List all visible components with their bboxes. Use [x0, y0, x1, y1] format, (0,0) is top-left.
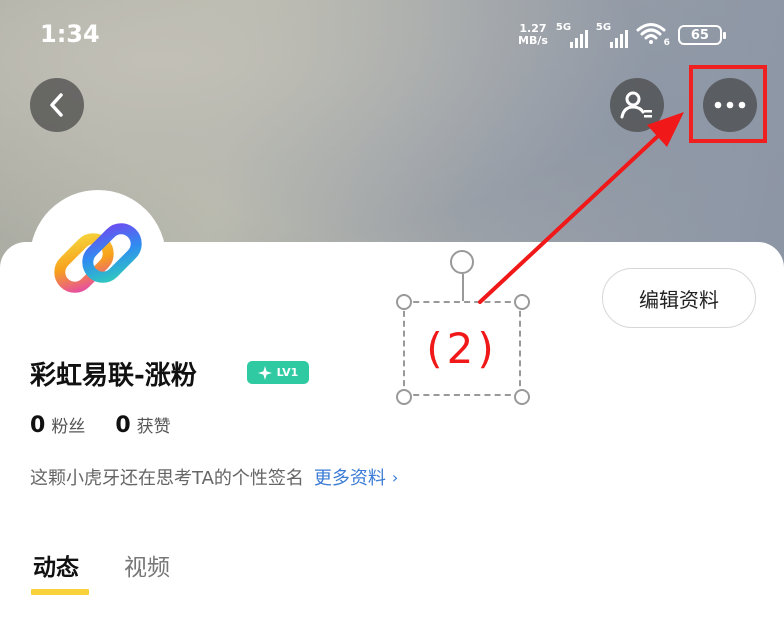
annotation-rotate-stem [462, 274, 464, 301]
bio-text: 这颗小虎牙还在思考TA的个性签名 [30, 468, 304, 489]
level-label: LV1 [276, 366, 299, 379]
followers-label[interactable]: 粉丝 [51, 412, 85, 437]
sparkle-icon [257, 365, 272, 380]
wifi-icon: 6 [636, 22, 670, 48]
wifi-label: 6 [663, 38, 670, 48]
status-bar: 1:34 1.27 MB/s 5G 5G 6 65 [0, 0, 784, 70]
signal-icon: 5G [596, 22, 628, 48]
signal-1-label: 5G [555, 22, 572, 33]
user-list-icon [620, 91, 652, 119]
level-badge: LV1 [247, 361, 309, 384]
back-arrow-icon [50, 93, 63, 117]
more-info-link[interactable]: 更多资料 [314, 464, 386, 490]
status-icons: 1.27 MB/s 5G 5G 6 65 [518, 20, 726, 50]
profile-name: 彩虹易联-涨粉 [30, 361, 197, 391]
signal-2-label: 5G [595, 22, 612, 33]
network-speed-unit: MB/s [518, 34, 548, 47]
chain-link-logo-icon [54, 223, 142, 293]
profile-stats: 0 粉丝 0 获赞 [30, 412, 201, 438]
network-speed: 1.27 MB/s [518, 23, 548, 47]
annotation-resize-handle[interactable] [514, 294, 530, 310]
tab-videos[interactable]: 视频 [124, 548, 170, 582]
battery-icon: 65 [677, 25, 726, 45]
annotation-resize-handle[interactable] [514, 389, 530, 405]
user-list-button[interactable] [610, 78, 664, 132]
annotation-rotate-handle[interactable] [450, 250, 474, 274]
annotation-resize-handle[interactable] [396, 389, 412, 405]
followers-count[interactable]: 0 [30, 413, 45, 438]
likes-count[interactable]: 0 [115, 413, 130, 438]
highlight-box [689, 65, 767, 143]
battery-level: 65 [690, 27, 709, 43]
bio-row: 这颗小虎牙还在思考TA的个性签名 更多资料 › [30, 464, 398, 490]
signal-icon: 5G [556, 22, 588, 48]
annotation-resize-handle[interactable] [396, 294, 412, 310]
tab-posts[interactable]: 动态 [33, 548, 79, 582]
annotation-label: (2) [426, 324, 498, 373]
status-time: 1:34 [40, 20, 100, 48]
back-button[interactable] [30, 78, 84, 132]
edit-profile-button[interactable]: 编辑资料 [602, 268, 756, 328]
active-tab-indicator [31, 589, 89, 595]
annotation-text-box[interactable]: (2) [403, 301, 521, 396]
chevron-right-icon: › [391, 467, 399, 487]
likes-label[interactable]: 获赞 [137, 412, 171, 437]
avatar[interactable] [30, 190, 166, 326]
